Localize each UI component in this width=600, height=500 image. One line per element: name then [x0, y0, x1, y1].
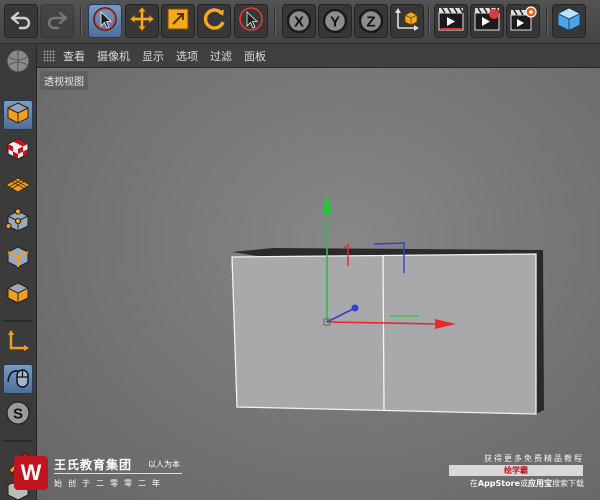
render-view-icon	[436, 4, 466, 38]
y-axis-lock-button[interactable]: Y	[318, 4, 352, 38]
svg-text:Z: Z	[366, 14, 375, 31]
brand-tagline: 以人为本	[148, 460, 180, 469]
brand-logo: W	[14, 456, 48, 490]
perspective-viewport[interactable]: 透视视图	[37, 68, 600, 500]
axis-mode-icon	[5, 328, 31, 358]
add-cube-button[interactable]	[552, 4, 586, 38]
mode-palette: S	[0, 44, 37, 500]
render-view-button[interactable]	[434, 4, 468, 38]
enable-axis-button[interactable]	[3, 328, 33, 358]
palette-divider	[3, 320, 33, 322]
toolbar-separator	[428, 6, 430, 36]
toolbar-separator	[274, 6, 276, 36]
svg-text:Y: Y	[330, 14, 340, 31]
points-mode-icon	[5, 208, 31, 238]
cube-right-side	[536, 250, 544, 414]
workplane-icon	[5, 172, 31, 202]
move-icon	[128, 5, 156, 37]
svg-text:X: X	[294, 14, 304, 31]
redo-button[interactable]	[40, 4, 74, 38]
x-axis-icon: X	[286, 8, 312, 34]
texture-mode-icon	[5, 136, 31, 166]
edges-mode-icon	[5, 244, 31, 274]
x-axis-lock-button[interactable]: X	[282, 4, 316, 38]
brand-watermark: W 王氏教育集团 以人为本 始创于二零零二年	[14, 452, 194, 498]
polygons-mode-button[interactable]	[3, 280, 33, 310]
brand-founded: 始创于二零零二年	[54, 479, 166, 488]
viewport-menubar: 查看 摄像机 显示 选项 过滤 面板	[37, 44, 600, 68]
panel-grip-icon[interactable]	[43, 49, 55, 62]
tweak-mode-button[interactable]	[3, 364, 33, 394]
menu-view[interactable]: 查看	[63, 48, 85, 64]
live-selection-icon	[91, 5, 119, 37]
live-selection-button[interactable]	[88, 4, 122, 38]
rotate-icon	[200, 5, 228, 37]
redo-icon	[45, 7, 69, 35]
workplane-mode-button[interactable]	[3, 172, 33, 202]
brand-name: 王氏教育集团	[54, 458, 133, 472]
toolbar-separator	[546, 6, 548, 36]
world-coordinate-icon	[393, 5, 421, 37]
viewport-title[interactable]: 透视视图	[40, 71, 88, 90]
add-cube-icon	[555, 5, 583, 37]
z-axis-lock-button[interactable]: Z	[354, 4, 388, 38]
recent-tool-button[interactable]	[234, 4, 268, 38]
edges-mode-button[interactable]	[3, 244, 33, 274]
menu-filter[interactable]: 过滤	[210, 48, 232, 64]
menu-options[interactable]: 选项	[176, 48, 198, 64]
cinema4d-window: X Y Z 查看 摄像机 显示 选项 过滤 面板 S 透视视图 W 王氏教育集团…	[0, 0, 600, 500]
z-axis-icon: Z	[358, 8, 384, 34]
viewport-canvas	[231, 194, 544, 415]
snapping-button[interactable]: S	[3, 400, 33, 430]
make-editable-button[interactable]	[3, 48, 33, 78]
brand-divider	[54, 473, 182, 474]
promo-line3: 在AppStore或应用宝搜索下载	[469, 479, 584, 488]
rotate-tool-button[interactable]	[197, 4, 231, 38]
palette-divider	[3, 440, 33, 442]
render-settings-button[interactable]	[506, 4, 540, 38]
tweak-mode-icon	[5, 364, 31, 394]
move-tool-button[interactable]	[125, 4, 159, 38]
promo-line1: 获得更多免费精品教程	[484, 454, 584, 463]
main-toolbar: X Y Z	[0, 0, 600, 44]
svg-text:S: S	[13, 406, 23, 423]
render-settings-icon	[508, 4, 538, 38]
snapping-icon: S	[5, 400, 31, 430]
recent-tool-icon	[237, 5, 265, 37]
undo-icon	[9, 7, 33, 35]
model-mode-icon	[5, 100, 31, 130]
polygons-mode-icon	[5, 280, 31, 310]
undo-button[interactable]	[4, 4, 38, 38]
points-mode-button[interactable]	[3, 208, 33, 238]
menu-camera[interactable]: 摄像机	[97, 48, 130, 64]
render-picture-viewer-icon	[472, 4, 502, 38]
promo-watermark: 获得更多免费精品教程 绘学霸 在AppStore或应用宝搜索下载	[444, 452, 584, 492]
menu-panel[interactable]: 面板	[244, 48, 266, 64]
promo-app-name: 绘学霸	[449, 465, 583, 476]
menu-display[interactable]: 显示	[142, 48, 164, 64]
texture-mode-button[interactable]	[3, 136, 33, 166]
scale-icon	[165, 6, 191, 36]
coordinate-system-button[interactable]	[390, 4, 424, 38]
model-mode-button[interactable]	[3, 100, 33, 130]
scale-tool-button[interactable]	[161, 4, 195, 38]
y-axis-icon: Y	[322, 8, 348, 34]
make-editable-icon	[5, 48, 31, 78]
toolbar-separator	[80, 6, 82, 36]
render-to-picture-viewer-button[interactable]	[470, 4, 504, 38]
